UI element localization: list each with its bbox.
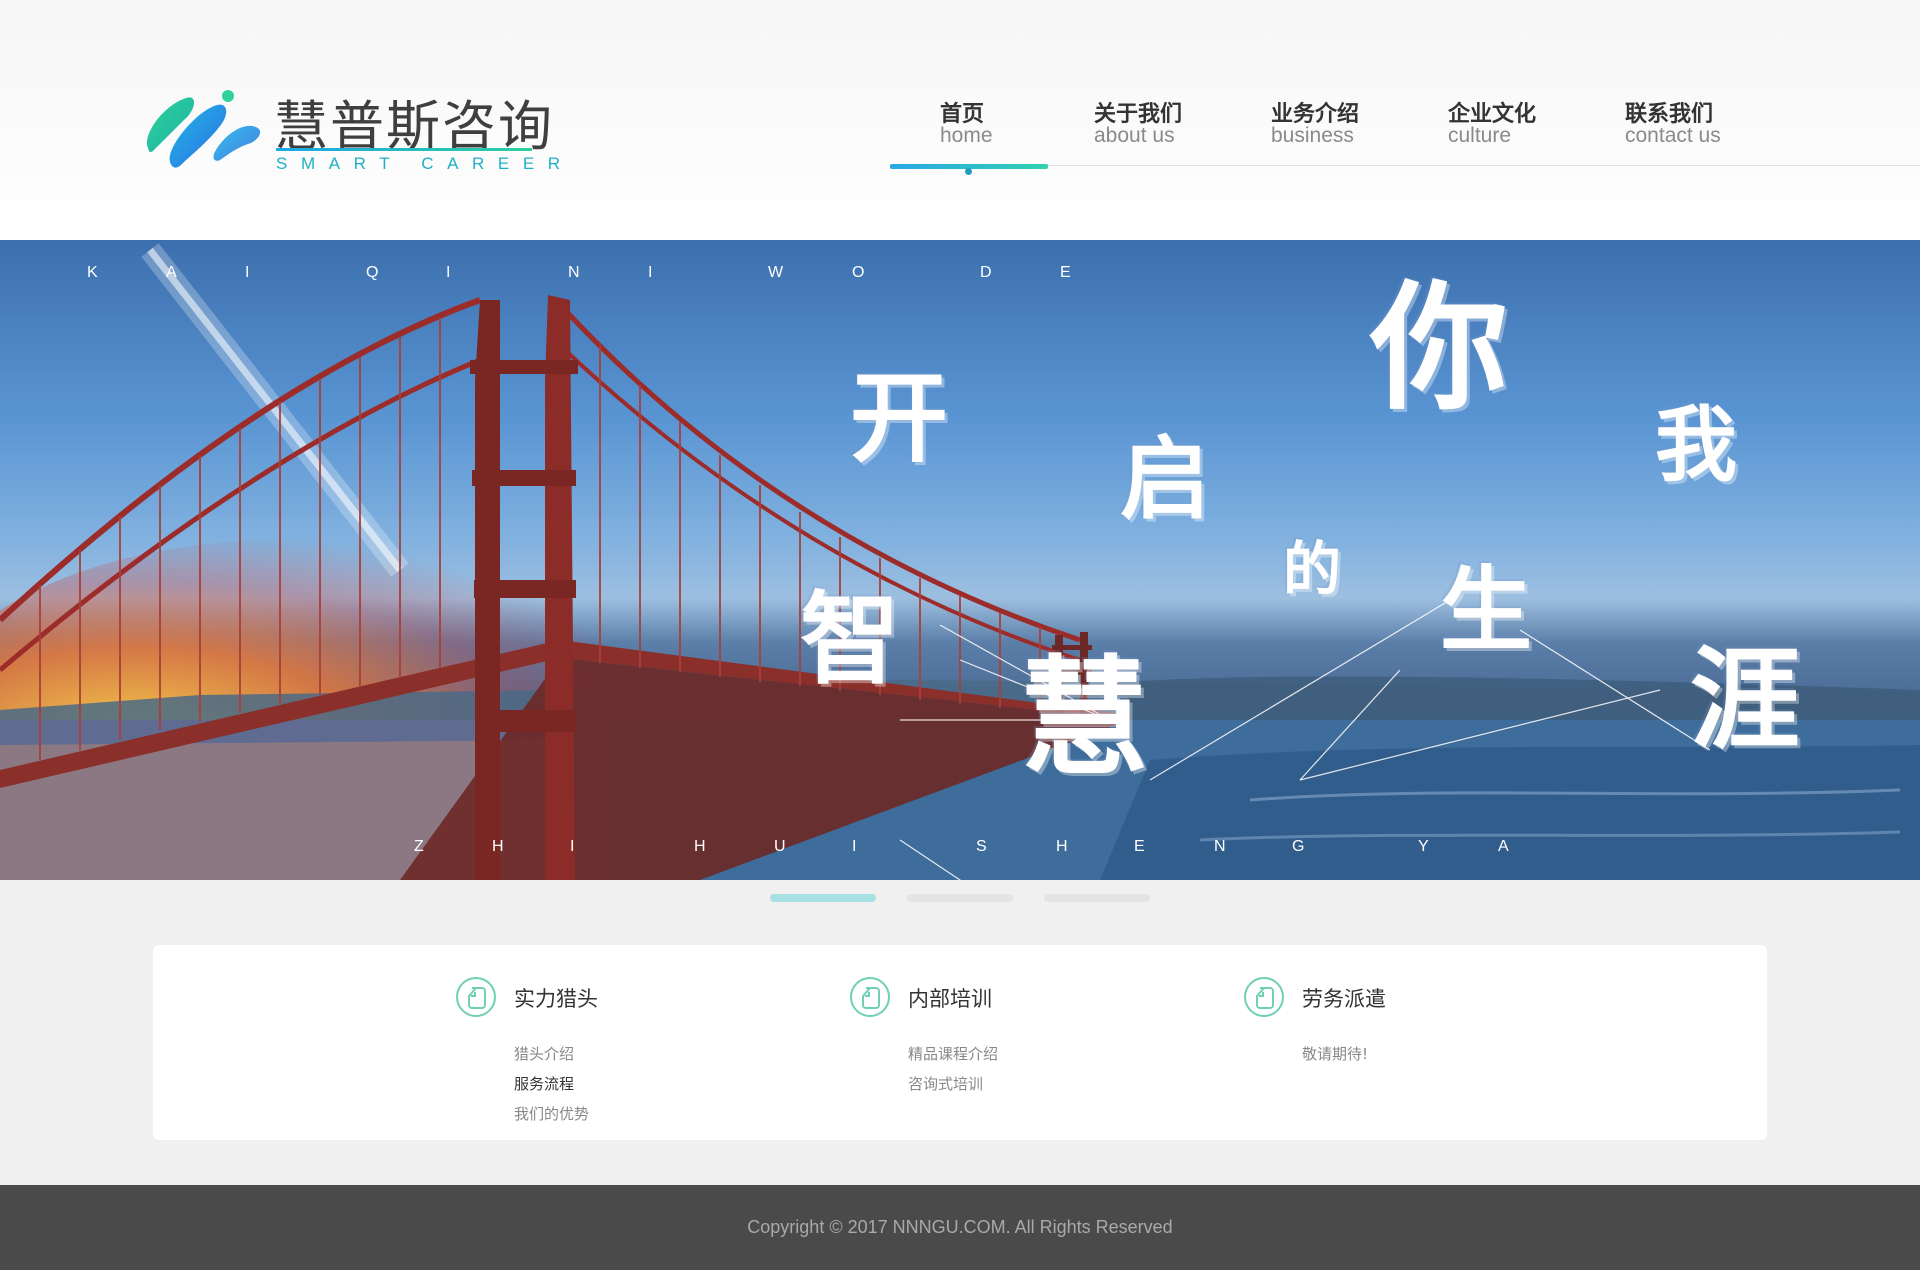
service-column: 劳务派遣 敬请期待! [1244, 973, 1604, 1133]
banner-letter: K [87, 264, 98, 281]
banner-letter: D [980, 264, 992, 281]
nav-item-about[interactable]: 关于我们 about us [1053, 90, 1213, 166]
banner-letter: Y [1418, 838, 1429, 855]
service-title: 劳务派遣 [1302, 987, 1386, 1011]
banner-letter: O [852, 264, 865, 281]
nav-label-en: business [1271, 124, 1354, 147]
nav-label-en: home [940, 124, 993, 147]
nav-label-en: culture [1448, 124, 1512, 147]
banner-letter: U [774, 838, 786, 855]
banner-letter: W [768, 264, 784, 281]
banner-letter: H [1056, 838, 1068, 855]
banner-word: 慧 [1020, 644, 1149, 793]
banner-letter: I [648, 264, 653, 281]
logo[interactable]: 慧普斯咨询 SMART CAREER [140, 80, 560, 180]
slider-dot-2[interactable] [907, 894, 1013, 902]
nav-item-business[interactable]: 业务介绍 business [1230, 90, 1390, 166]
banner-letter: I [245, 264, 250, 281]
banner-letter: A [1498, 838, 1509, 855]
banner-letter: I [852, 838, 857, 855]
banner-word: 生 [1440, 557, 1533, 664]
banner-letter: G [1292, 838, 1305, 855]
banner-word: 的 [1283, 535, 1342, 603]
banner-word: 开 [850, 362, 949, 476]
banner-word: 涯 [1690, 636, 1800, 764]
main-nav: 首页 home 关于我们 about us 业务介绍 business 企业文化… [890, 90, 1920, 175]
service-link[interactable]: 服务流程 [514, 1073, 574, 1094]
service-title: 内部培训 [908, 987, 992, 1011]
copyright-text: Copyright © 2017 NNNGU.COM. All Rights R… [747, 1217, 1173, 1237]
slider-pagination [0, 880, 1920, 920]
service-link[interactable]: 猎头介绍 [514, 1043, 574, 1064]
slider-dot-3[interactable] [1044, 894, 1150, 902]
logo-mark-icon [146, 90, 261, 168]
banner-word: 智 [800, 581, 900, 698]
site-header: 慧普斯咨询 SMART CAREER 首页 home 关于我们 about us… [0, 0, 1920, 240]
banner-letter: N [568, 264, 580, 281]
service-title: 实力猎头 [514, 987, 598, 1011]
nav-label-en: about us [1094, 124, 1175, 147]
nav-item-contact[interactable]: 联系我们 contact us [1584, 90, 1744, 166]
services-panel: 实力猎头 猎头介绍 服务流程 我们的优势 内部培训 精品课程介绍 咨询式培训 劳… [153, 945, 1767, 1140]
banner-word: 你 [1370, 268, 1509, 429]
banner-letter: H [492, 838, 504, 855]
banner-word: 启 [1120, 427, 1210, 532]
nav-label-en: contact us [1625, 124, 1721, 147]
service-column: 内部培训 精品课程介绍 咨询式培训 [850, 973, 1210, 1133]
service-link[interactable]: 敬请期待! [1302, 1043, 1368, 1064]
banner-letter: I [570, 838, 575, 855]
banner-letter: E [1060, 264, 1071, 281]
site-footer: Copyright © 2017 NNNGU.COM. All Rights R… [0, 1185, 1920, 1270]
document-icon [456, 977, 496, 1017]
banner-letter: N [1214, 838, 1226, 855]
service-link[interactable]: 我们的优势 [514, 1103, 589, 1124]
banner-letter: E [1134, 838, 1145, 855]
nav-item-culture[interactable]: 企业文化 culture [1407, 90, 1567, 166]
document-icon [850, 977, 890, 1017]
banner-letter: S [976, 838, 987, 855]
service-link[interactable]: 精品课程介绍 [908, 1043, 998, 1064]
banner-letter: A [166, 264, 177, 281]
slider-dot-1[interactable] [770, 894, 876, 902]
service-link[interactable]: 咨询式培训 [908, 1073, 983, 1094]
bridge-illustration [0, 243, 1920, 880]
document-icon [1244, 977, 1284, 1017]
nav-active-dot [965, 168, 972, 175]
hero-banner: K A I Q I N I W O D E Z H I H U I S H E … [0, 240, 1920, 880]
banner-letter: I [446, 264, 451, 281]
banner-letter: Z [414, 838, 424, 855]
banner-letter: Q [366, 264, 379, 281]
logo-text-en: SMART CAREER [276, 154, 574, 173]
nav-item-home[interactable]: 首页 home [890, 90, 1050, 175]
banner-letter: H [694, 838, 706, 855]
service-column: 实力猎头 猎头介绍 服务流程 我们的优势 [456, 973, 816, 1133]
banner-word: 我 [1655, 398, 1738, 493]
logo-underline [276, 148, 532, 151]
